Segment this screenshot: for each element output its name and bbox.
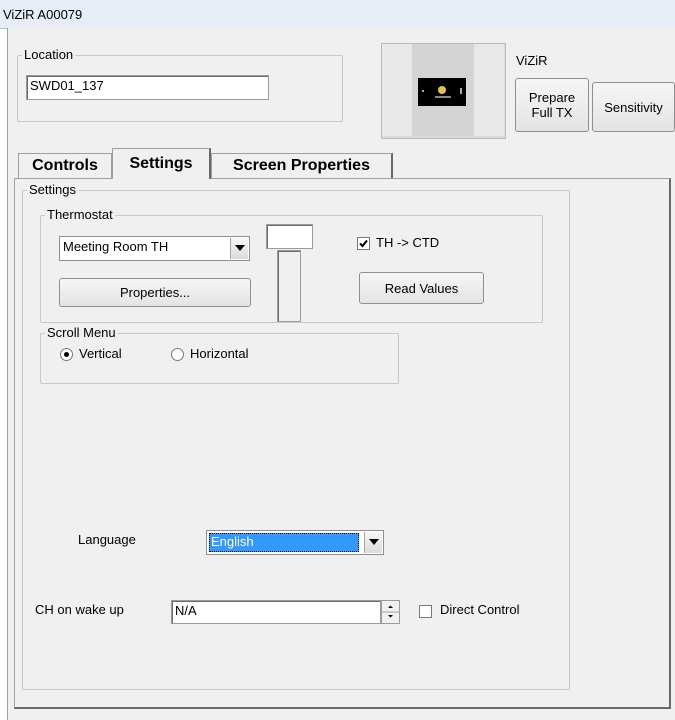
thermostat-level-bar: [277, 250, 301, 322]
window-title: ViZiR A00079: [3, 7, 83, 22]
horizontal-radio-label: Horizontal: [190, 346, 249, 361]
thermostat-group-label: Thermostat: [47, 207, 113, 222]
sensitivity-button[interactable]: Sensitivity: [592, 82, 675, 132]
device-screen-image: [418, 78, 466, 106]
prepare-full-tx-button[interactable]: Prepare Full TX: [515, 78, 589, 132]
settings-group-label: Settings: [29, 182, 76, 197]
sensitivity-label: Sensitivity: [604, 99, 663, 115]
ch-on-wake-up-input[interactable]: N/A: [171, 600, 381, 624]
direct-control-checkbox[interactable]: [419, 605, 432, 618]
location-label: Location: [24, 47, 74, 62]
language-label: Language: [78, 532, 136, 547]
device-preview: [381, 43, 506, 139]
vertical-radio-label: Vertical: [79, 346, 122, 361]
chevron-down-icon[interactable]: [364, 532, 382, 553]
tab-settings-label: Settings: [129, 155, 193, 172]
read-values-button[interactable]: Read Values: [359, 272, 484, 304]
read-values-label: Read Values: [384, 280, 459, 296]
title-bar: ViZiR A00079: [0, 0, 675, 29]
tab-controls-label: Controls: [32, 157, 98, 174]
tab-settings[interactable]: Settings: [112, 148, 211, 179]
location-input[interactable]: SWD01_137: [26, 75, 269, 100]
properties-button-label: Properties...: [119, 285, 191, 300]
thermostat-select-value: Meeting Room TH: [63, 239, 169, 254]
language-select[interactable]: English: [206, 530, 384, 555]
thermostat-value-box: [266, 224, 313, 249]
scroll-menu-label: Scroll Menu: [47, 325, 116, 340]
th-ctd-label: TH -> CTD: [376, 235, 440, 250]
vertical-radio[interactable]: [60, 348, 73, 361]
device-name: ViZiR: [516, 53, 548, 68]
direct-control-label: Direct Control: [440, 602, 520, 617]
thermostat-select[interactable]: Meeting Room TH: [59, 236, 250, 261]
th-ctd-checkbox[interactable]: [357, 237, 370, 250]
ch-on-wake-up-spinner[interactable]: [381, 600, 400, 624]
tab-screen-properties[interactable]: Screen Properties: [211, 153, 393, 178]
horizontal-radio[interactable]: [171, 348, 184, 361]
ch-on-wake-up-label: CH on wake up: [35, 602, 124, 617]
spinner-arrows-icon: [382, 605, 399, 618]
language-select-value: English: [211, 534, 254, 549]
tab-screen-properties-label: Screen Properties: [233, 157, 370, 174]
chevron-down-icon[interactable]: [230, 238, 248, 259]
prepare-full-tx-label: Prepare Full TX: [528, 90, 576, 120]
checkmark-icon: [359, 239, 368, 248]
tab-controls[interactable]: Controls: [18, 153, 112, 178]
properties-button[interactable]: Properties...: [59, 278, 251, 307]
